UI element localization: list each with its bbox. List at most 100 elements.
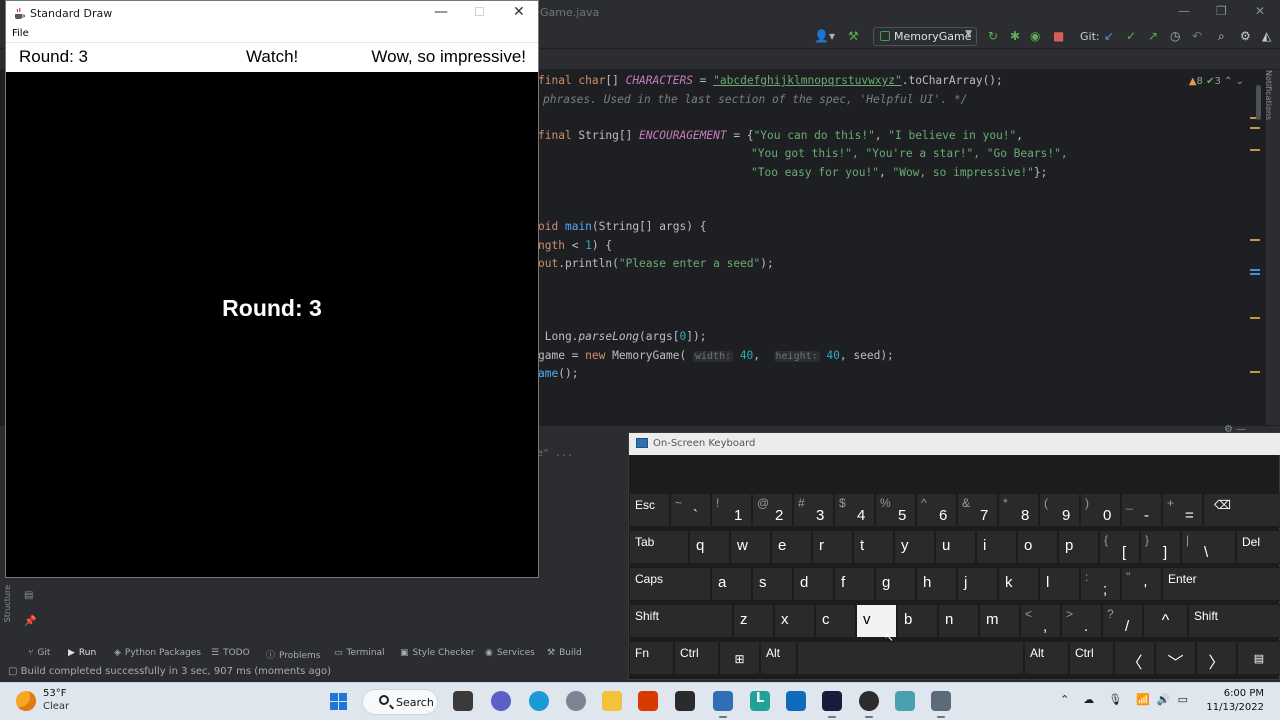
key-y[interactable]: y	[894, 530, 935, 564]
key-b[interactable]: b	[897, 604, 938, 638]
menu-file[interactable]: File	[12, 28, 29, 39]
key-equals[interactable]: + =	[1162, 493, 1203, 527]
key-minus[interactable]: _ -	[1121, 493, 1162, 527]
battery-icon[interactable]: ▭	[1178, 693, 1188, 706]
key-0[interactable]: ) 0	[1080, 493, 1121, 527]
key-period[interactable]: >.	[1061, 604, 1102, 638]
key-caps[interactable]: Caps	[629, 567, 711, 601]
key-right-arrow[interactable]: 〉	[1196, 641, 1237, 675]
start-button[interactable]	[330, 693, 348, 711]
gutter-warning-mark[interactable]	[1250, 239, 1260, 241]
weather-temperature[interactable]: 53°F	[43, 688, 66, 699]
key-6[interactable]: ^ 6	[916, 493, 957, 527]
search-everywhere-icon[interactable]: ⌕	[1218, 29, 1225, 43]
key-del[interactable]: Del	[1236, 530, 1280, 564]
clock-date[interactable]: 11/13/2022	[1200, 702, 1264, 713]
history-icon[interactable]: ◷	[1170, 29, 1180, 43]
inspection-widget[interactable]: ▲8 ✔3 ⌃ ⌄	[1189, 76, 1244, 87]
key-k[interactable]: k	[998, 567, 1039, 601]
key-s[interactable]: s	[752, 567, 793, 601]
key-p[interactable]: p	[1058, 530, 1099, 564]
minimize-icon[interactable]: —	[434, 4, 448, 20]
key-right-ctrl[interactable]: Ctrl	[1069, 641, 1114, 675]
gutter-warning-mark[interactable]	[1250, 127, 1260, 129]
key-o[interactable]: o	[1017, 530, 1058, 564]
tab-build[interactable]: ⚒ Build	[547, 648, 582, 658]
key-close-bracket[interactable]: }]	[1140, 530, 1181, 564]
key-semicolon[interactable]: :;	[1080, 567, 1121, 601]
chevron-up-icon[interactable]: ⌃	[1224, 76, 1232, 87]
key-x[interactable]: x	[774, 604, 815, 638]
key-q[interactable]: q	[689, 530, 730, 564]
key-2[interactable]: @2	[752, 493, 793, 527]
tab-python-packages[interactable]: ◈ Python Packages	[114, 648, 201, 658]
key-w[interactable]: w	[730, 530, 771, 564]
key-right-shift[interactable]: Shift	[1188, 604, 1280, 638]
gutter-change-mark[interactable]	[1250, 273, 1260, 275]
debug-icon[interactable]: ✱	[1010, 29, 1020, 43]
key-3[interactable]: #3	[793, 493, 834, 527]
key-9[interactable]: (9	[1039, 493, 1080, 527]
key-r[interactable]: r	[812, 530, 853, 564]
chevron-down-icon[interactable]: ⌄	[1236, 76, 1244, 87]
git-update-icon[interactable]: ↙	[1104, 29, 1114, 43]
java-app-icon[interactable]	[931, 691, 951, 718]
outlook-icon[interactable]	[786, 691, 806, 711]
intellij-icon[interactable]	[822, 691, 842, 718]
key-t[interactable]: t	[853, 530, 894, 564]
edge-browser-icon[interactable]	[529, 691, 549, 711]
key-7[interactable]: & 7	[957, 493, 998, 527]
key-8[interactable]: * 8	[998, 493, 1039, 527]
key-4[interactable]: $4	[834, 493, 875, 527]
obs-icon[interactable]	[859, 691, 879, 718]
key-enter[interactable]: Enter	[1162, 567, 1280, 601]
key-tab[interactable]: Tab	[629, 530, 689, 564]
tab-services[interactable]: ◉ Services	[485, 648, 535, 658]
git-push-icon[interactable]: ↗	[1148, 29, 1158, 43]
weather-moon-icon[interactable]	[16, 691, 36, 711]
ide-close-icon[interactable]: ✕	[1255, 4, 1265, 18]
key-u[interactable]: u	[935, 530, 976, 564]
key-comma[interactable]: <,	[1020, 604, 1061, 638]
game-canvas[interactable]: Round: 3 Watch! Wow, so impressive! Roun…	[6, 43, 538, 577]
key-windows[interactable]: ⊞	[719, 641, 760, 675]
tab-todo[interactable]: ☰ TODO	[211, 648, 250, 658]
key-f[interactable]: f	[834, 567, 875, 601]
tab-style-checker[interactable]: ▣ Style Checker	[400, 648, 475, 658]
key-down-arrow[interactable]: ﹀	[1155, 641, 1196, 675]
key-right-alt[interactable]: Alt	[1024, 641, 1069, 675]
key-5[interactable]: % 5	[875, 493, 916, 527]
git-commit-icon[interactable]: ✓	[1126, 29, 1136, 43]
gutter-warning-mark[interactable]	[1250, 371, 1260, 373]
notifications-tab[interactable]: Notifications	[1264, 70, 1273, 120]
key-fn[interactable]: Fn	[629, 641, 674, 675]
key-space[interactable]	[797, 641, 1024, 675]
cloud-icon[interactable]: ☁	[1083, 693, 1094, 706]
run-config-selector[interactable]: MemoryGame ▼	[873, 27, 977, 46]
key-backtick[interactable]: ~ `	[670, 493, 711, 527]
key-open-bracket[interactable]: {[	[1099, 530, 1140, 564]
tab-run[interactable]: ▶ Run	[68, 648, 96, 658]
editor-scrollbar[interactable]	[1256, 85, 1261, 120]
stddraw-titlebar[interactable]: Standard Draw — ☐ ✕	[6, 1, 538, 26]
maximize-icon[interactable]: ☐	[474, 5, 485, 19]
settings-gear-icon[interactable]: ⚙	[1240, 29, 1251, 43]
key-z[interactable]: z	[733, 604, 774, 638]
key-a[interactable]: a	[711, 567, 752, 601]
key-1[interactable]: ! 1	[711, 493, 752, 527]
key-menu[interactable]: ▤	[1237, 641, 1280, 675]
terminal-app-icon[interactable]	[675, 691, 695, 711]
key-left-arrow[interactable]: 〈	[1114, 641, 1155, 675]
coverage-icon[interactable]: ◉	[1030, 29, 1040, 43]
key-backspace[interactable]: ⌫	[1203, 493, 1280, 527]
tab-git[interactable]: ⑂ Git	[28, 648, 50, 658]
task-view-icon[interactable]	[453, 691, 473, 711]
key-g[interactable]: g	[875, 567, 916, 601]
system-tray[interactable]: ⌃ ☁ 🎙 📶 🔊 ▭	[1060, 693, 1188, 706]
gutter-warning-mark[interactable]	[1250, 149, 1260, 151]
rollback-icon[interactable]: ↶	[1192, 29, 1202, 43]
store-icon[interactable]	[713, 691, 733, 718]
weather-condition[interactable]: Clear	[43, 701, 69, 712]
key-j[interactable]: j	[957, 567, 998, 601]
taskbar-search-button[interactable]: Search	[362, 689, 438, 715]
